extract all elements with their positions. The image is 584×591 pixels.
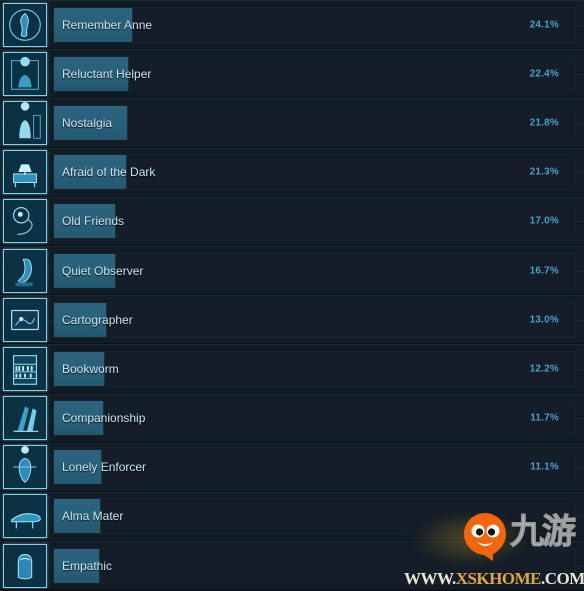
- achievement-name: Companionship: [62, 411, 146, 426]
- achievement-percent: 11.1%: [530, 461, 559, 473]
- achievement-row[interactable]: Bookworm 12.2%: [0, 344, 584, 394]
- achievement-row[interactable]: Old Friends 17.0%: [0, 196, 584, 246]
- achievement-row[interactable]: Quiet Observer 16.7%: [0, 245, 584, 296]
- achievement-progress-track: Remember Anne 24.1%: [53, 6, 576, 43]
- achievement-progress-track: Quiet Observer 16.7%: [53, 252, 576, 289]
- achievement-row[interactable]: Reluctant Helper 22.4%: [0, 49, 584, 99]
- bed-lamp-icon: [3, 150, 47, 195]
- achievement-row[interactable]: Alma Mater: [0, 491, 584, 542]
- standing-figure-icon: [3, 248, 47, 293]
- achievement-name: Alma Mater: [62, 509, 124, 524]
- achievement-percent: 11.7%: [530, 412, 559, 424]
- achievement-name: Empathic: [62, 558, 113, 573]
- achievement-percent: 21.8%: [529, 117, 559, 129]
- achievement-row[interactable]: Remember Anne 24.1%: [0, 0, 584, 50]
- achievement-row[interactable]: Nostalgia 21.8%: [0, 98, 584, 148]
- achievement-progress-track: Old Friends 17.0%: [53, 203, 576, 240]
- achievement-row[interactable]: Lonely Enforcer 11.1%: [0, 442, 584, 492]
- achievement-name: Remember Anne: [62, 17, 153, 32]
- achievement-percent: 13.0%: [529, 314, 559, 326]
- achievement-row[interactable]: Empathic: [0, 541, 584, 591]
- achievement-row[interactable]: Companionship 11.7%: [0, 393, 584, 443]
- head-wire-icon: [3, 199, 47, 244]
- achievement-percent: 22.4%: [529, 68, 559, 80]
- achievement-progress-track: Nostalgia 21.8%: [53, 104, 576, 141]
- achievement-name: Cartographer: [62, 312, 133, 327]
- bench-icon: [3, 494, 47, 539]
- map-icon: [3, 297, 47, 342]
- achievement-name: Bookworm: [62, 361, 119, 376]
- achievement-progress-track: Reluctant Helper 22.4%: [53, 55, 576, 92]
- person-doorway-icon: [3, 51, 47, 96]
- achievement-progress-track: Alma Mater: [53, 498, 576, 535]
- achievement-percent: 17.0%: [529, 215, 559, 227]
- achievement-progress-track: Companionship 11.7%: [53, 400, 576, 437]
- achievement-list: Remember Anne 24.1% Reluctant Helper 22.4% N…: [0, 0, 584, 591]
- achievement-name: Afraid of the Dark: [62, 165, 156, 180]
- achievement-progress-track: Bookworm 12.2%: [53, 350, 576, 387]
- achievement-row[interactable]: Cartographer 13.0%: [0, 295, 584, 345]
- child-silhouette-icon: [3, 100, 47, 145]
- achievement-progress-track: Empathic: [53, 547, 576, 584]
- achievement-progress-track: Afraid of the Dark 21.3%: [53, 154, 576, 191]
- two-figures-icon: [3, 396, 47, 441]
- achievement-percent: 16.7%: [529, 265, 559, 277]
- achievement-progress-track: Lonely Enforcer 11.1%: [53, 449, 576, 486]
- achievement-name: Old Friends: [62, 214, 125, 229]
- hooded-figure-icon: [3, 543, 47, 588]
- achievement-row[interactable]: Afraid of the Dark 21.3%: [0, 147, 584, 197]
- achievement-name: Reluctant Helper: [62, 66, 152, 81]
- achievement-percent: 24.1%: [529, 19, 559, 31]
- achievement-name: Quiet Observer: [62, 263, 144, 278]
- achievement-name: Lonely Enforcer: [62, 460, 147, 475]
- figure-circle-icon: [3, 2, 47, 47]
- officer-icon: [3, 445, 47, 490]
- achievement-percent: 12.2%: [529, 363, 559, 375]
- achievement-percent: 21.3%: [529, 166, 559, 178]
- achievement-progress-track: Cartographer 13.0%: [53, 301, 576, 338]
- bookshelf-icon: [3, 346, 47, 391]
- achievement-name: Nostalgia: [62, 115, 113, 130]
